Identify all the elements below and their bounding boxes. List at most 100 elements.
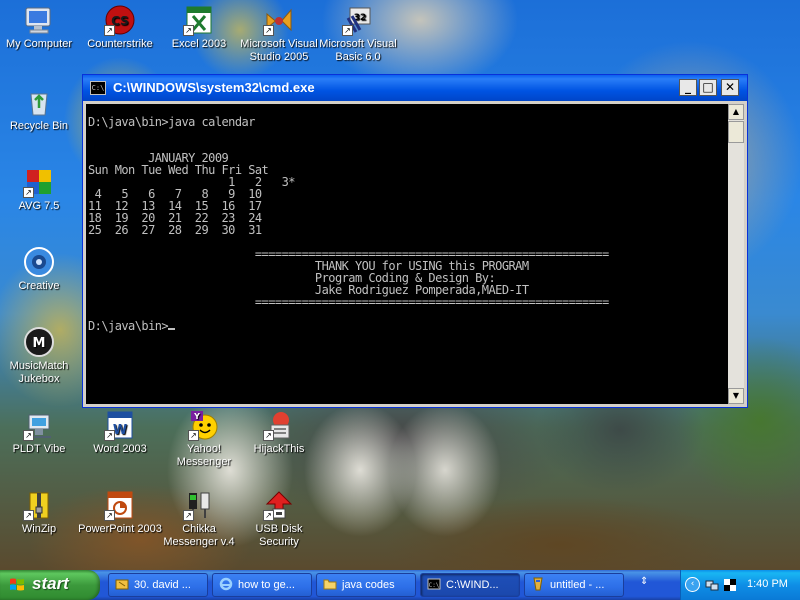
desktop-icon-label: AVG 7.5 <box>18 200 60 212</box>
console-output[interactable]: D:\java\bin>java calendar JANUARY 2009 S… <box>86 104 728 404</box>
taskbar-item-label: 30. david ... <box>134 579 191 591</box>
shortcut-arrow-icon: ↗ <box>183 510 194 521</box>
cmd-app-icon[interactable]: C:\ <box>90 81 106 95</box>
network-icon: ↗ <box>23 409 55 441</box>
console-text: D:\java\bin>java calendar JANUARY 2009 S… <box>88 115 609 333</box>
yahoo-messenger-icon: Y ↗ <box>188 409 220 441</box>
shortcut-arrow-icon: ↗ <box>23 187 34 198</box>
desktop-icon-label: Microsoft Visual Studio 2005 <box>240 38 318 63</box>
desktop-icon-my-computer[interactable]: My Computer <box>0 4 81 51</box>
desktop-icon-label: Counterstrike <box>87 38 153 50</box>
minimize-button[interactable]: _ <box>679 79 697 96</box>
word-icon: W ↗ <box>104 409 136 441</box>
taskbar-item[interactable]: java codes <box>316 573 416 597</box>
excel-icon: ↗ <box>183 4 215 36</box>
shortcut-arrow-icon: ↗ <box>263 25 274 36</box>
desktop-icon-winzip[interactable]: ↗ WinZip <box>0 489 81 536</box>
window-titlebar[interactable]: C:\ C:\WINDOWS\system32\cmd.exe _ □ ✕ <box>83 75 747 101</box>
scrollbar-thumb[interactable] <box>728 121 744 143</box>
desktop-icon-musicmatch[interactable]: M MusicMatch Jukebox <box>0 326 81 386</box>
scroll-down-icon[interactable]: ▼ <box>728 388 744 404</box>
taskbar-item[interactable]: how to ge... <box>212 573 312 597</box>
recycle-bin-icon <box>23 86 55 118</box>
desktop-icon-label: Yahoo! Messenger <box>176 443 232 468</box>
desktop-icon-recycle-bin[interactable]: Recycle Bin <box>0 86 81 133</box>
desktop-icon-usb-disk-security[interactable]: ↗ USB Disk Security <box>237 489 321 549</box>
counterstrike-icon: CS ↗ <box>104 4 136 36</box>
paint-icon <box>531 577 545 591</box>
svg-text:C:\: C:\ <box>429 582 440 589</box>
desktop-icon-label: HijackThis <box>253 443 305 455</box>
system-tray: ‹ 1:40 PM <box>680 570 800 600</box>
desktop-icon-label: Word 2003 <box>93 443 147 455</box>
desktop-icon-label: WinZip <box>21 523 57 535</box>
desktop-icon-counterstrike[interactable]: CS ↗ Counterstrike <box>78 4 162 51</box>
shield-tray-icon[interactable] <box>723 577 737 591</box>
hijackthis-icon: ↗ <box>263 409 295 441</box>
visual-studio-icon: ↗ <box>263 4 295 36</box>
powerpoint-icon: ↗ <box>104 489 136 521</box>
cmd-icon: C:\ <box>427 577 441 591</box>
text-cursor <box>168 328 176 330</box>
taskbar-item[interactable]: 30. david ... <box>108 573 208 597</box>
desktop-icon-avg[interactable]: ↗ AVG 7.5 <box>0 166 81 213</box>
desktop-icon-label: Microsoft Visual Basic 6.0 <box>319 38 397 63</box>
window-title: C:\WINDOWS\system32\cmd.exe <box>113 80 315 95</box>
taskbar-item-label: untitled - ... <box>550 579 605 591</box>
usb-shield-icon: ↗ <box>263 489 295 521</box>
musicmatch-icon: M <box>23 326 55 358</box>
taskbar: start 30. david ... how to ge... java co… <box>0 570 800 600</box>
taskbar-item-label: java codes <box>342 579 395 591</box>
folder-music-icon <box>115 577 129 591</box>
network-tray-icon[interactable] <box>705 577 719 591</box>
folder-icon <box>323 577 337 591</box>
desktop-icon-pldt-vibe[interactable]: ↗ PLDT Vibe <box>0 409 81 456</box>
shortcut-arrow-icon: ↗ <box>263 430 274 441</box>
desktop-icon-label: Chikka Messenger v.4 <box>163 523 235 548</box>
desktop-icon-visual-studio[interactable]: ↗ Microsoft Visual Studio 2005 <box>237 4 321 64</box>
maximize-button[interactable]: □ <box>699 79 717 96</box>
shortcut-arrow-icon: ↗ <box>342 25 353 36</box>
desktop-icon-powerpoint[interactable]: ↗ PowerPoint 2003 <box>78 489 162 536</box>
scroll-up-icon[interactable]: ▲ <box>728 104 744 120</box>
shortcut-arrow-icon: ↗ <box>23 510 34 521</box>
desktop-icon-chikka-messenger[interactable]: ↗ Chikka Messenger v.4 <box>157 489 241 549</box>
desktop-icon-visual-basic[interactable]: 32 ↗ Microsoft Visual Basic 6.0 <box>316 4 400 64</box>
visual-basic-icon: 32 ↗ <box>342 4 374 36</box>
shortcut-arrow-icon: ↗ <box>188 430 199 441</box>
desktop-icon-label: USB Disk Security <box>255 523 303 548</box>
avg-icon: ↗ <box>23 166 55 198</box>
taskbar-scroll-icon[interactable]: ⇕ <box>640 576 648 587</box>
start-label: start <box>32 574 69 593</box>
clock[interactable]: 1:40 PM <box>747 578 788 590</box>
close-button[interactable]: ✕ <box>721 79 739 96</box>
taskbar-item-active[interactable]: C:\ C:\WIND... <box>420 573 520 597</box>
taskbar-item-label: C:\WIND... <box>446 579 499 591</box>
speaker-icon <box>23 246 55 278</box>
desktop-icon-label: MusicMatch Jukebox <box>9 360 69 385</box>
shortcut-arrow-icon: ↗ <box>104 510 115 521</box>
desktop-icon-creative[interactable]: Creative <box>0 246 81 293</box>
desktop-icon-excel[interactable]: ↗ Excel 2003 <box>157 4 241 51</box>
monitor-icon <box>23 4 55 36</box>
windows-logo-icon <box>10 578 24 591</box>
desktop-icon-yahoo-messenger[interactable]: Y ↗ Yahoo! Messenger <box>162 409 246 469</box>
vertical-scrollbar[interactable]: ▲ ▼ <box>728 104 744 404</box>
svg-text:M: M <box>33 336 46 351</box>
tray-expand-icon[interactable]: ‹ <box>685 577 700 592</box>
desktop-icon-word[interactable]: W ↗ Word 2003 <box>78 409 162 456</box>
taskbar-item[interactable]: untitled - ... <box>524 573 624 597</box>
start-button[interactable]: start <box>0 570 100 600</box>
shortcut-arrow-icon: ↗ <box>23 430 34 441</box>
shortcut-arrow-icon: ↗ <box>263 510 274 521</box>
desktop-icon-label: Creative <box>18 280 60 292</box>
desktop-icon-label: PowerPoint 2003 <box>78 523 162 535</box>
internet-explorer-icon <box>219 577 233 591</box>
cmd-window[interactable]: C:\ C:\WINDOWS\system32\cmd.exe _ □ ✕ D:… <box>82 74 748 408</box>
desktop: My Computer CS ↗ Counterstrike ↗ Excel 2… <box>0 0 800 570</box>
desktop-icon-hijackthis[interactable]: ↗ HijackThis <box>237 409 321 456</box>
shortcut-arrow-icon: ↗ <box>104 25 115 36</box>
desktop-icon-label: Recycle Bin <box>9 120 69 132</box>
shortcut-arrow-icon: ↗ <box>183 25 194 36</box>
desktop-icon-label: My Computer <box>5 38 73 50</box>
